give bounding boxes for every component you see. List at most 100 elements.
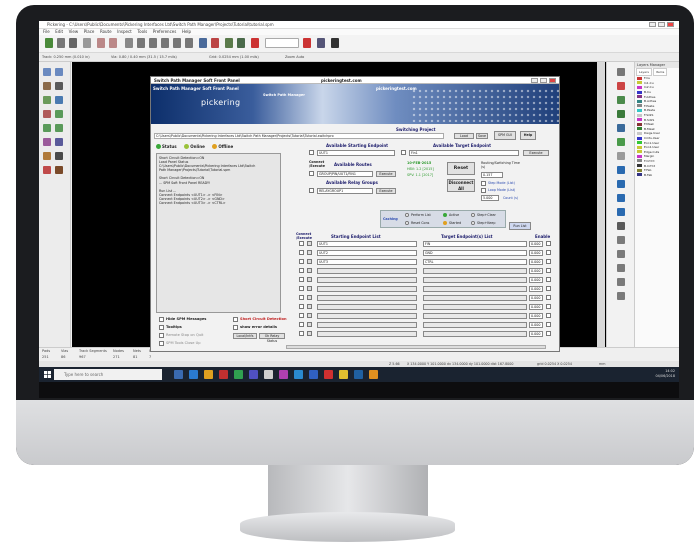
row-time-field[interactable]: 0.000 xyxy=(529,322,543,328)
ratsnest-icon[interactable] xyxy=(43,96,51,104)
row-enable-checkbox[interactable] xyxy=(546,295,551,300)
app-icon-10[interactable] xyxy=(354,370,363,379)
row-enable-checkbox[interactable] xyxy=(546,313,551,318)
dimension-icon[interactable] xyxy=(617,222,625,230)
row-connect-checkbox[interactable] xyxy=(299,277,304,282)
zoom-fit-icon[interactable] xyxy=(161,38,169,48)
hide-messages-checkbox[interactable] xyxy=(159,317,164,322)
row-execute-button[interactable] xyxy=(307,313,312,318)
script-icon[interactable] xyxy=(251,38,259,48)
row-enable-checkbox[interactable] xyxy=(546,259,551,264)
add-via-icon[interactable] xyxy=(617,124,625,132)
menu-file[interactable]: File xyxy=(43,29,50,34)
units-icon[interactable] xyxy=(43,82,51,90)
route-icon[interactable] xyxy=(331,38,339,48)
row-start-endpoint[interactable] xyxy=(317,313,417,319)
target-icon[interactable] xyxy=(617,236,625,244)
plot-icon[interactable] xyxy=(317,38,325,48)
redo-icon[interactable] xyxy=(109,38,117,48)
route-checkbox[interactable] xyxy=(309,171,314,176)
row-execute-button[interactable] xyxy=(307,268,312,273)
row-start-endpoint[interactable] xyxy=(317,286,417,292)
spm-tools-checkbox[interactable] xyxy=(159,341,164,346)
row-execute-button[interactable] xyxy=(307,322,312,327)
reset-button[interactable]: Reset xyxy=(447,162,475,175)
anchor-icon[interactable] xyxy=(617,264,625,272)
netlist-icon[interactable] xyxy=(199,38,207,48)
task-view-icon[interactable] xyxy=(174,370,183,379)
tab-items[interactable]: Items xyxy=(652,68,668,76)
polar-icon[interactable] xyxy=(55,68,63,76)
footprint-icon[interactable] xyxy=(225,38,233,48)
short-circuit-checkbox[interactable] xyxy=(233,317,238,322)
row-enable-checkbox[interactable] xyxy=(546,286,551,291)
app-icon-3[interactable] xyxy=(249,370,258,379)
route-tracks-icon[interactable] xyxy=(617,110,625,118)
app-icon-2[interactable] xyxy=(234,370,243,379)
execute-endpoint-button[interactable]: Execute xyxy=(523,150,549,156)
row-enable-checkbox[interactable] xyxy=(546,250,551,255)
project-path-field[interactable]: C:\Users\Public\Documents\Pickering Inte… xyxy=(154,133,444,139)
circle-icon[interactable] xyxy=(617,194,625,202)
new-board-icon[interactable] xyxy=(45,38,53,48)
layers-icon[interactable] xyxy=(55,138,63,146)
row-time-field[interactable]: 0.000 xyxy=(529,268,543,274)
loop-count-field[interactable]: 5.000 xyxy=(481,195,499,201)
menu-tools[interactable]: Tools xyxy=(137,29,147,34)
loop-mode-checkbox[interactable] xyxy=(481,188,486,193)
row-execute-button[interactable] xyxy=(307,277,312,282)
row-enable-checkbox[interactable] xyxy=(546,241,551,246)
menu-preferences[interactable]: Preferences xyxy=(153,29,177,34)
grid-select[interactable]: Grid: 0.0254 mm (1.00 mils) xyxy=(209,55,259,59)
highlight-icon[interactable] xyxy=(43,152,51,160)
row-start-endpoint[interactable] xyxy=(317,268,417,274)
search-icon[interactable] xyxy=(125,38,133,48)
row-time-field[interactable]: 0.000 xyxy=(529,313,543,319)
close-button[interactable] xyxy=(667,22,674,27)
row-enable-checkbox[interactable] xyxy=(546,322,551,327)
save-icon[interactable] xyxy=(69,38,77,48)
measure-icon[interactable] xyxy=(617,292,625,300)
start-endpoint-checkbox[interactable] xyxy=(309,150,314,155)
row-connect-checkbox[interactable] xyxy=(299,259,304,264)
remote-stop-checkbox[interactable] xyxy=(159,333,164,338)
row-connect-checkbox[interactable] xyxy=(299,268,304,273)
row-time-field[interactable]: 0.000 xyxy=(529,304,543,310)
reset-cons-radio[interactable] xyxy=(405,221,409,225)
routing-time-field[interactable]: 0.157 xyxy=(481,172,503,178)
zoom-out-icon[interactable] xyxy=(149,38,157,48)
row-connect-checkbox[interactable] xyxy=(299,286,304,291)
menu-edit[interactable]: Edit xyxy=(55,29,63,34)
net-icon[interactable] xyxy=(43,166,51,174)
panel-maximize-button[interactable] xyxy=(540,78,547,83)
message-log[interactable]: Short Circuit Detection=ON Load Panel St… xyxy=(156,153,281,313)
menu-inspect[interactable]: Inspect xyxy=(117,29,132,34)
add-zone-icon[interactable] xyxy=(617,138,625,146)
perform-list-radio[interactable] xyxy=(405,213,409,217)
row-connect-checkbox[interactable] xyxy=(299,304,304,309)
row-execute-button[interactable] xyxy=(307,241,312,246)
keepout-icon[interactable] xyxy=(617,152,625,160)
row-target-endpoint[interactable]: GND xyxy=(423,250,527,256)
zoom-area-icon[interactable] xyxy=(173,38,181,48)
add-footprint-icon[interactable] xyxy=(617,96,625,104)
spm-gui-button[interactable]: SPM GUI xyxy=(494,131,516,140)
track-width-select[interactable]: Track: 0.250 mm (0.010 in) xyxy=(42,55,90,59)
row-target-endpoint[interactable] xyxy=(423,295,527,301)
row-connect-checkbox[interactable] xyxy=(299,241,304,246)
relay-status-button[interactable]: Ok Relay Status xyxy=(259,333,285,343)
menu-place[interactable]: Place xyxy=(84,29,95,34)
row-connect-checkbox[interactable] xyxy=(299,322,304,327)
row-time-field[interactable]: 0.000 xyxy=(529,331,543,337)
vertical-scrollbar[interactable] xyxy=(597,62,605,347)
contrast-icon[interactable] xyxy=(55,124,63,132)
taskbar-clock[interactable]: 14:02 04/06/2018 xyxy=(655,369,675,379)
panel-close-button[interactable] xyxy=(549,78,556,83)
row-time-field[interactable]: 0.000 xyxy=(529,259,543,265)
row-start-endpoint[interactable]: UUT2 xyxy=(317,250,417,256)
app-icon-9[interactable] xyxy=(339,370,348,379)
cursor-icon[interactable] xyxy=(55,82,63,90)
row-execute-button[interactable] xyxy=(307,286,312,291)
row-time-field[interactable]: 0.000 xyxy=(529,277,543,283)
layer-row[interactable]: B.Fab xyxy=(635,172,679,177)
